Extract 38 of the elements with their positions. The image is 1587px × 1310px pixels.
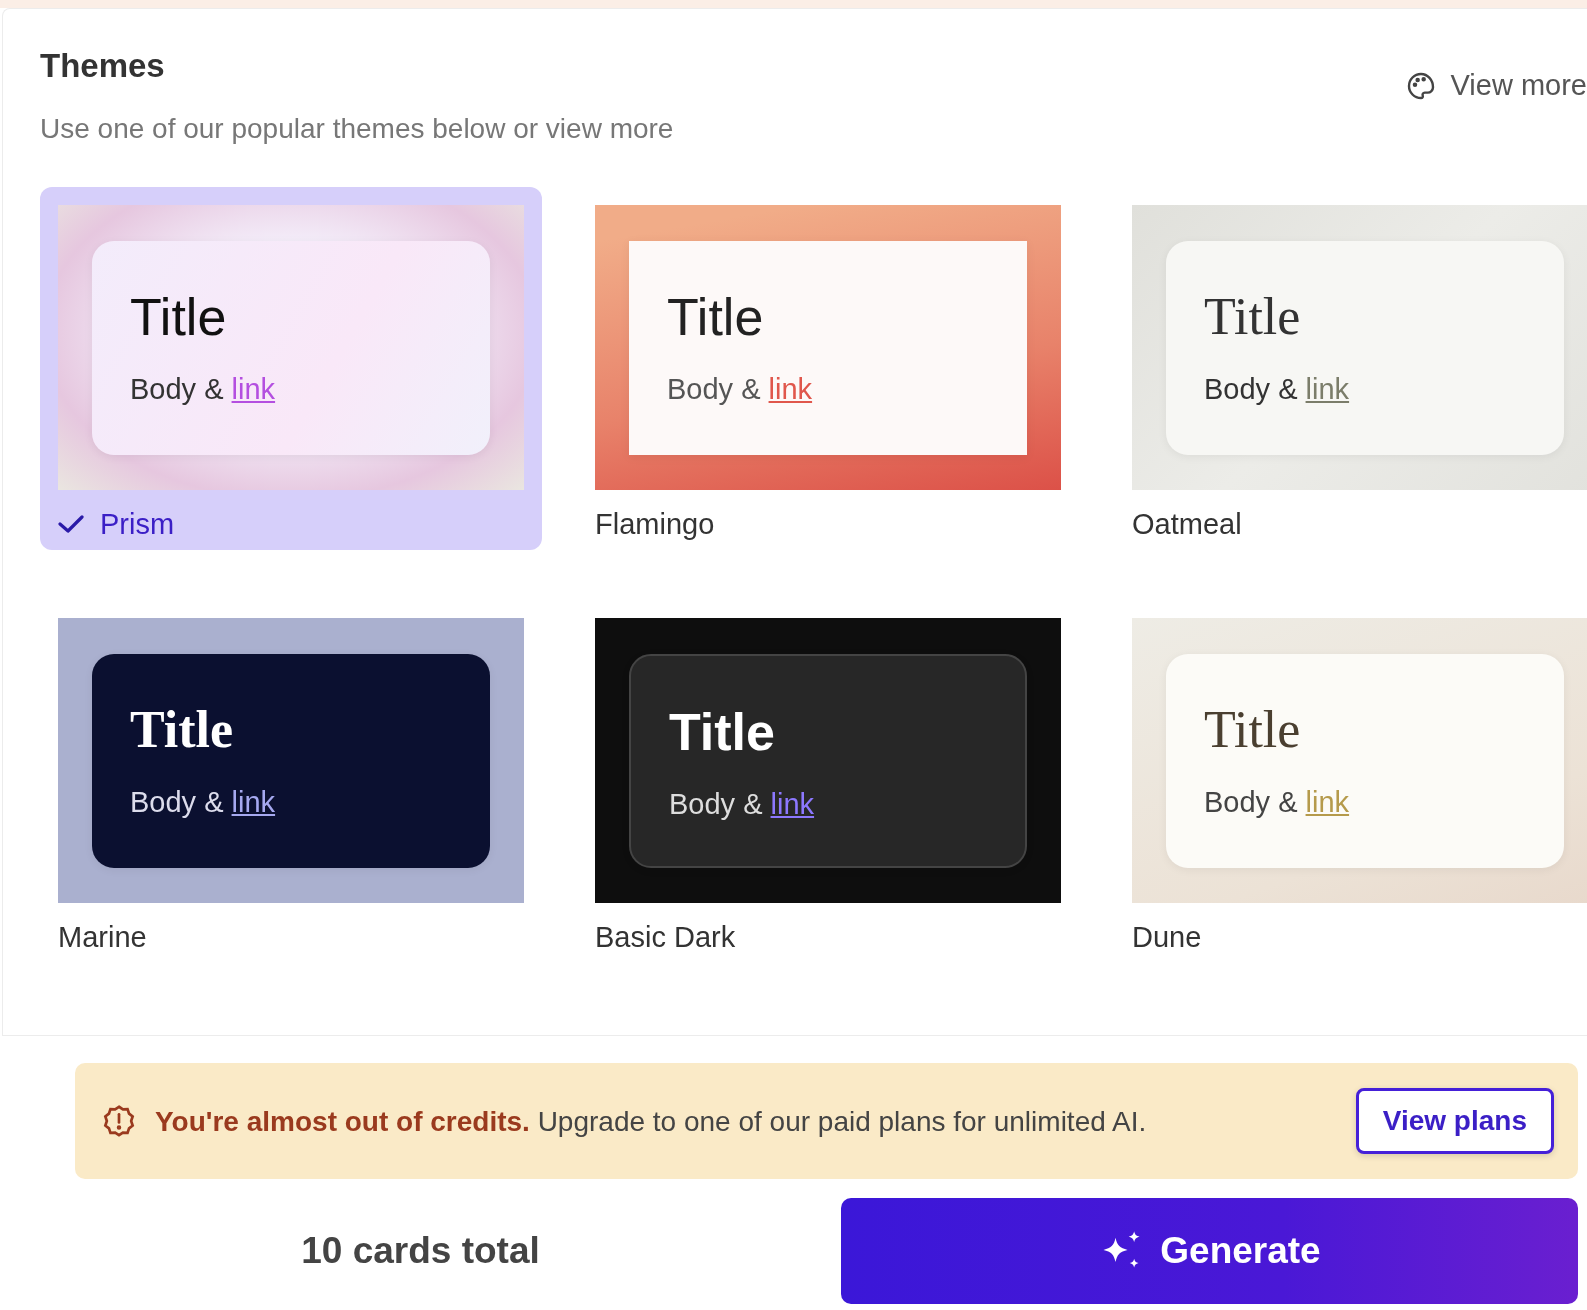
theme-name: Flamingo: [595, 507, 715, 541]
theme-name: Prism: [100, 507, 175, 541]
preview-title: Title: [130, 287, 228, 347]
preview-title: Title: [669, 702, 776, 762]
preview-title: Title: [1204, 700, 1302, 760]
credits-warning-text: You're almost out of credits. Upgrade to one of our paid plans for unlimited AI.: [155, 1105, 1148, 1139]
generate-button[interactable]: Generate: [841, 1198, 1578, 1304]
preview-body: Body & link: [130, 373, 276, 406]
preview-title: Title: [130, 700, 235, 760]
theme-card[interactable]: Title Body & link Basic Dark: [577, 600, 1079, 963]
theme-card[interactable]: Title Body & link Dune: [1114, 600, 1587, 963]
preview-title: Title: [1204, 287, 1302, 347]
theme-name: Basic Dark: [595, 920, 736, 954]
preview-link[interactable]: link: [231, 373, 276, 405]
theme-card[interactable]: Title Body & link Marine: [40, 600, 542, 963]
preview-link[interactable]: link: [770, 788, 815, 820]
preview-link[interactable]: link: [768, 373, 813, 405]
theme-card[interactable]: Title Body & link Flamingo: [577, 187, 1079, 550]
card-count: 10 cards total: [300, 1230, 541, 1272]
section-subtitle: Use one of our popular themes below or view more: [40, 113, 674, 145]
view-plans-button[interactable]: View plans: [1355, 1088, 1554, 1154]
warning-icon: [101, 1103, 137, 1139]
preview-body: Body & link: [1204, 373, 1350, 406]
preview-title: Title: [667, 287, 765, 347]
section-title: Themes: [40, 47, 166, 85]
preview-link[interactable]: link: [231, 786, 276, 818]
preview-body: Body & link: [1204, 786, 1350, 819]
preview-link[interactable]: link: [1305, 373, 1350, 405]
theme-card[interactable]: Title Body & link Oatmeal: [1114, 187, 1587, 550]
view-more-link[interactable]: View more: [1404, 69, 1587, 102]
theme-card[interactable]: Title Body & link Prism: [40, 187, 542, 550]
theme-name: Dune: [1132, 920, 1202, 954]
preview-body: Body & link: [667, 373, 813, 406]
check-icon: [58, 514, 84, 534]
theme-name: Oatmeal: [1132, 507, 1242, 541]
preview-body: Body & link: [130, 786, 276, 819]
theme-name: Marine: [58, 920, 147, 954]
preview-body: Body & link: [669, 788, 815, 821]
